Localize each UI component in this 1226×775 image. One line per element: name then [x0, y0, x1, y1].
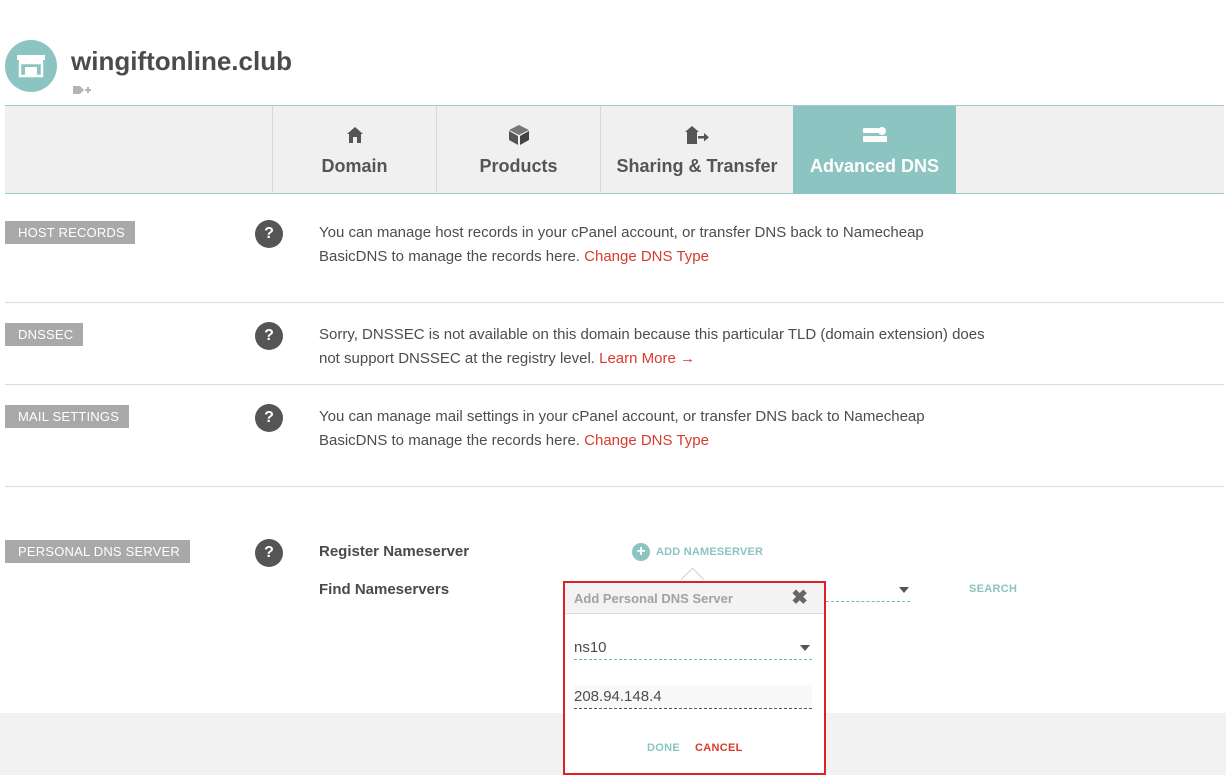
tab-advanced-dns[interactable]: Advanced DNS [793, 106, 956, 194]
tab-advanced-dns-label: Advanced DNS [809, 156, 940, 176]
store-icon [17, 55, 45, 78]
mail-settings-label: MAIL SETTINGS [5, 405, 130, 428]
plus-circle-icon: + [632, 543, 650, 561]
host-records-line1: You can manage host records in your cPan… [319, 224, 924, 241]
nameserver-select-value: ns10 [574, 639, 607, 656]
dnssec-line2: not support DNSSEC at the registry level… [319, 350, 600, 367]
add-dns-server-popup: Add Personal DNS Server ✖ ns10 DONE CANC… [563, 581, 826, 775]
mail-settings-help-icon[interactable]: ? [255, 404, 283, 432]
find-nameserver-select[interactable] [826, 601, 910, 602]
home-icon [346, 124, 364, 146]
search-button[interactable]: SEARCH [969, 583, 1017, 595]
tab-products-label: Products [479, 156, 558, 176]
add-nameserver-button[interactable]: + ADD NAMESERVER [632, 543, 763, 561]
mail-settings-line1: You can manage mail settings in your cPa… [319, 408, 925, 425]
mail-settings-change-dns-link[interactable]: Change DNS Type [584, 432, 709, 449]
personal-dns-help-icon[interactable]: ? [255, 539, 283, 567]
dnssec-line1: Sorry, DNSSEC is not available on this d… [319, 326, 985, 343]
host-records-line2-wrap: BasicDNS to manage the records here. Cha… [319, 245, 924, 269]
mail-settings-line2: BasicDNS to manage the records here. [319, 432, 585, 449]
close-icon[interactable]: ✖ [791, 587, 808, 609]
transfer-icon [684, 124, 710, 146]
dnssec-text: Sorry, DNSSEC is not available on this d… [319, 323, 985, 371]
domain-title: wingiftonline.club [71, 46, 292, 76]
mail-settings-line2-wrap: BasicDNS to manage the records here. Cha… [319, 429, 925, 453]
tab-sharing-transfer-label: Sharing & Transfer [616, 156, 778, 176]
add-nameserver-label: ADD NAMESERVER [656, 546, 764, 558]
host-records-line2: BasicDNS to manage the records here. [319, 248, 585, 265]
add-tag-icon[interactable] [73, 84, 91, 102]
popup-title: Add Personal DNS Server [574, 591, 733, 606]
tab-sharing-transfer[interactable]: Sharing & Transfer [600, 106, 793, 194]
personal-dns-label: PERSONAL DNS SERVER [5, 540, 191, 563]
ip-address-input[interactable] [574, 685, 812, 709]
mail-settings-text: You can manage mail settings in your cPa… [319, 405, 925, 453]
dnssec-learn-more-link[interactable]: Learn More → [599, 350, 695, 367]
domain-tabbar: Domain Products Sharing & Transfer Advan… [5, 105, 1224, 194]
chevron-down-icon[interactable] [899, 587, 909, 593]
dnssec-label: DNSSEC [5, 323, 84, 346]
host-records-label: HOST RECORDS [5, 221, 135, 244]
host-records-text: You can manage host records in your cPan… [319, 221, 924, 269]
done-button[interactable]: DONE [647, 742, 680, 754]
chevron-down-icon [800, 645, 810, 651]
host-records-change-dns-link[interactable]: Change DNS Type [584, 248, 709, 265]
domain-logo [5, 40, 57, 92]
section-divider [5, 302, 1224, 303]
section-divider [5, 384, 1224, 385]
server-icon [862, 124, 888, 146]
dnssec-line2-wrap: not support DNSSEC at the registry level… [319, 347, 985, 371]
dnssec-help-icon[interactable]: ? [255, 322, 283, 350]
popup-header: Add Personal DNS Server ✖ [565, 583, 824, 614]
box-icon [508, 124, 530, 146]
tab-domain-label: Domain [321, 156, 388, 176]
cancel-button[interactable]: CANCEL [695, 742, 743, 754]
register-nameserver-label: Register Nameserver [319, 543, 470, 560]
host-records-help-icon[interactable]: ? [255, 220, 283, 248]
tab-domain[interactable]: Domain [272, 106, 436, 194]
tab-products[interactable]: Products [436, 106, 600, 194]
nameserver-select[interactable]: ns10 [574, 635, 812, 660]
find-nameservers-label: Find Nameservers [319, 581, 450, 598]
section-divider [5, 486, 1224, 487]
